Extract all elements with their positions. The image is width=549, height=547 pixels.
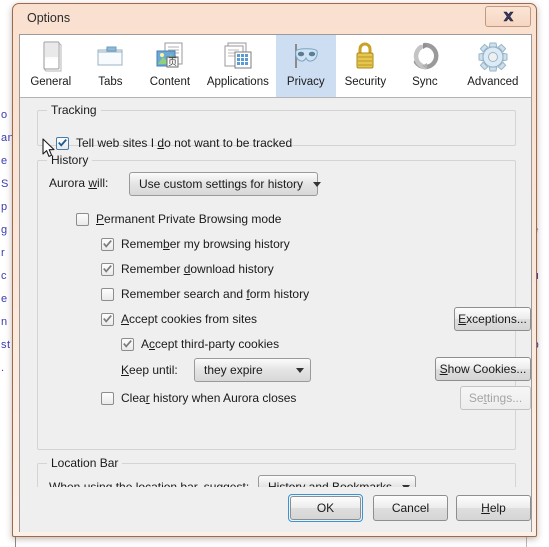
tab-sync[interactable]: Sync: [395, 35, 455, 97]
options-toolbar: General Tabs 页 Content Applications Priv…: [20, 35, 531, 98]
row-remember-browsing-history[interactable]: Remember my browsing history: [101, 237, 290, 251]
keep-until-dropdown[interactable]: they expire: [194, 358, 311, 382]
gear-icon: [475, 39, 511, 75]
show-cookies-button[interactable]: Show Cookies...: [435, 357, 531, 381]
accept-third-party-cookies-checkbox[interactable]: [121, 337, 134, 351]
row-accept-cookies[interactable]: Accept cookies from sites: [101, 312, 257, 326]
sync-icon: [407, 39, 443, 75]
tab-tabs[interactable]: Tabs: [81, 35, 141, 97]
clear-history-on-close-label: Clear history when Aurora closes: [121, 391, 297, 405]
svg-text:页: 页: [168, 57, 177, 68]
checkmark-icon: [103, 265, 112, 273]
lock-icon: [347, 39, 383, 75]
tab-privacy-label: Privacy: [286, 76, 325, 88]
history-mode-value: Use custom settings for history: [139, 177, 304, 191]
privacy-panel: Tracking Tell web sites I do not want to…: [20, 98, 531, 532]
tab-advanced[interactable]: Advanced: [455, 35, 531, 97]
remember-search-form-history-label: Remember search and form history: [121, 287, 310, 301]
settings-button: Settings...: [460, 386, 531, 410]
tab-general[interactable]: General: [21, 35, 81, 97]
location-bar-legend: Location Bar: [47, 456, 123, 470]
window-title: Options: [27, 11, 71, 25]
title-bar: Options: [13, 4, 536, 34]
settings-button-label: Settings...: [468, 391, 523, 405]
row-permanent-private-browsing[interactable]: Permanent Private Browsing mode: [76, 212, 281, 226]
tab-content-label: Content: [149, 76, 191, 88]
aurora-will-label: Aurora will:: [49, 176, 109, 190]
ok-button[interactable]: OK: [290, 496, 361, 520]
tab-advanced-label: Advanced: [467, 76, 519, 88]
tab-security[interactable]: Security: [336, 35, 396, 97]
keep-until-value: they expire: [204, 363, 263, 377]
keep-until-label-row: Keep until:: [121, 363, 178, 377]
cancel-button[interactable]: Cancel: [373, 495, 448, 521]
cancel-button-label: Cancel: [391, 501, 430, 515]
remember-browsing-history-label: Remember my browsing history: [121, 237, 290, 251]
tab-tabs-label: Tabs: [98, 76, 123, 88]
row-do-not-track[interactable]: Tell web sites I do not want to be track…: [56, 136, 292, 150]
help-button[interactable]: Help: [456, 495, 531, 521]
accept-cookies-label: Accept cookies from sites: [121, 312, 258, 326]
remember-download-history-checkbox[interactable]: [101, 262, 114, 276]
tab-security-label: Security: [344, 76, 387, 88]
tab-applications-label: Applications: [206, 76, 269, 88]
general-icon: [33, 39, 69, 75]
content-icon: 页: [152, 39, 188, 75]
remember-browsing-history-checkbox[interactable]: [101, 237, 114, 251]
clear-history-on-close-checkbox[interactable]: [101, 391, 114, 405]
do-not-track-label: Tell web sites I do not want to be track…: [76, 136, 293, 150]
do-not-track-checkbox[interactable]: [56, 136, 69, 150]
close-button[interactable]: [485, 6, 531, 27]
row-aurora-will: Aurora will:: [49, 176, 108, 190]
chevron-down-icon: [296, 367, 304, 373]
tab-applications[interactable]: Applications: [200, 35, 276, 97]
checkmark-icon: [103, 240, 112, 248]
accept-cookies-checkbox[interactable]: [101, 312, 114, 326]
tab-general-label: General: [30, 76, 72, 88]
applications-icon: [220, 39, 256, 75]
tabs-icon: [92, 39, 128, 75]
row-remember-download-history[interactable]: Remember download history: [101, 262, 274, 276]
permanent-private-browsing-label: Permanent Private Browsing mode: [96, 212, 282, 226]
remember-search-form-history-checkbox[interactable]: [101, 287, 114, 301]
tab-sync-label: Sync: [412, 76, 438, 88]
privacy-mask-icon: [288, 39, 324, 75]
ok-button-label: OK: [316, 501, 335, 515]
exceptions-button-label: Exceptions...: [458, 312, 527, 326]
row-remember-search-form-history[interactable]: Remember search and form history: [101, 287, 309, 301]
history-group: History: [37, 153, 516, 450]
checkmark-icon: [123, 340, 132, 348]
tracking-legend: Tracking: [47, 103, 101, 117]
tab-content[interactable]: 页 Content: [140, 35, 200, 97]
help-button-label: Help: [481, 501, 506, 515]
remember-download-history-label: Remember download history: [121, 262, 274, 276]
close-icon: [502, 11, 514, 22]
chevron-down-icon: [313, 181, 322, 187]
checkmark-icon: [103, 315, 112, 323]
dialog-button-bar: OK Cancel Help: [19, 487, 532, 532]
exceptions-button[interactable]: Exceptions...: [454, 307, 531, 331]
ok-button-focus-ring: OK: [288, 494, 363, 522]
row-clear-history-on-close[interactable]: Clear history when Aurora closes: [101, 391, 296, 405]
keep-until-label: Keep until:: [121, 363, 178, 377]
tab-privacy[interactable]: Privacy: [276, 35, 336, 97]
row-accept-third-party-cookies[interactable]: Accept third-party cookies: [121, 337, 279, 351]
history-mode-dropdown[interactable]: Use custom settings for history: [129, 172, 322, 196]
show-cookies-button-label: Show Cookies...: [439, 362, 527, 376]
history-legend: History: [47, 153, 93, 167]
permanent-private-browsing-checkbox[interactable]: [76, 212, 89, 226]
options-dialog: Options General Tabs 页 Content Applicati…: [12, 3, 537, 537]
checkmark-icon: [58, 139, 67, 147]
dialog-client-area: General Tabs 页 Content Applications Priv…: [19, 34, 532, 532]
accept-third-party-cookies-label: Accept third-party cookies: [141, 337, 280, 351]
